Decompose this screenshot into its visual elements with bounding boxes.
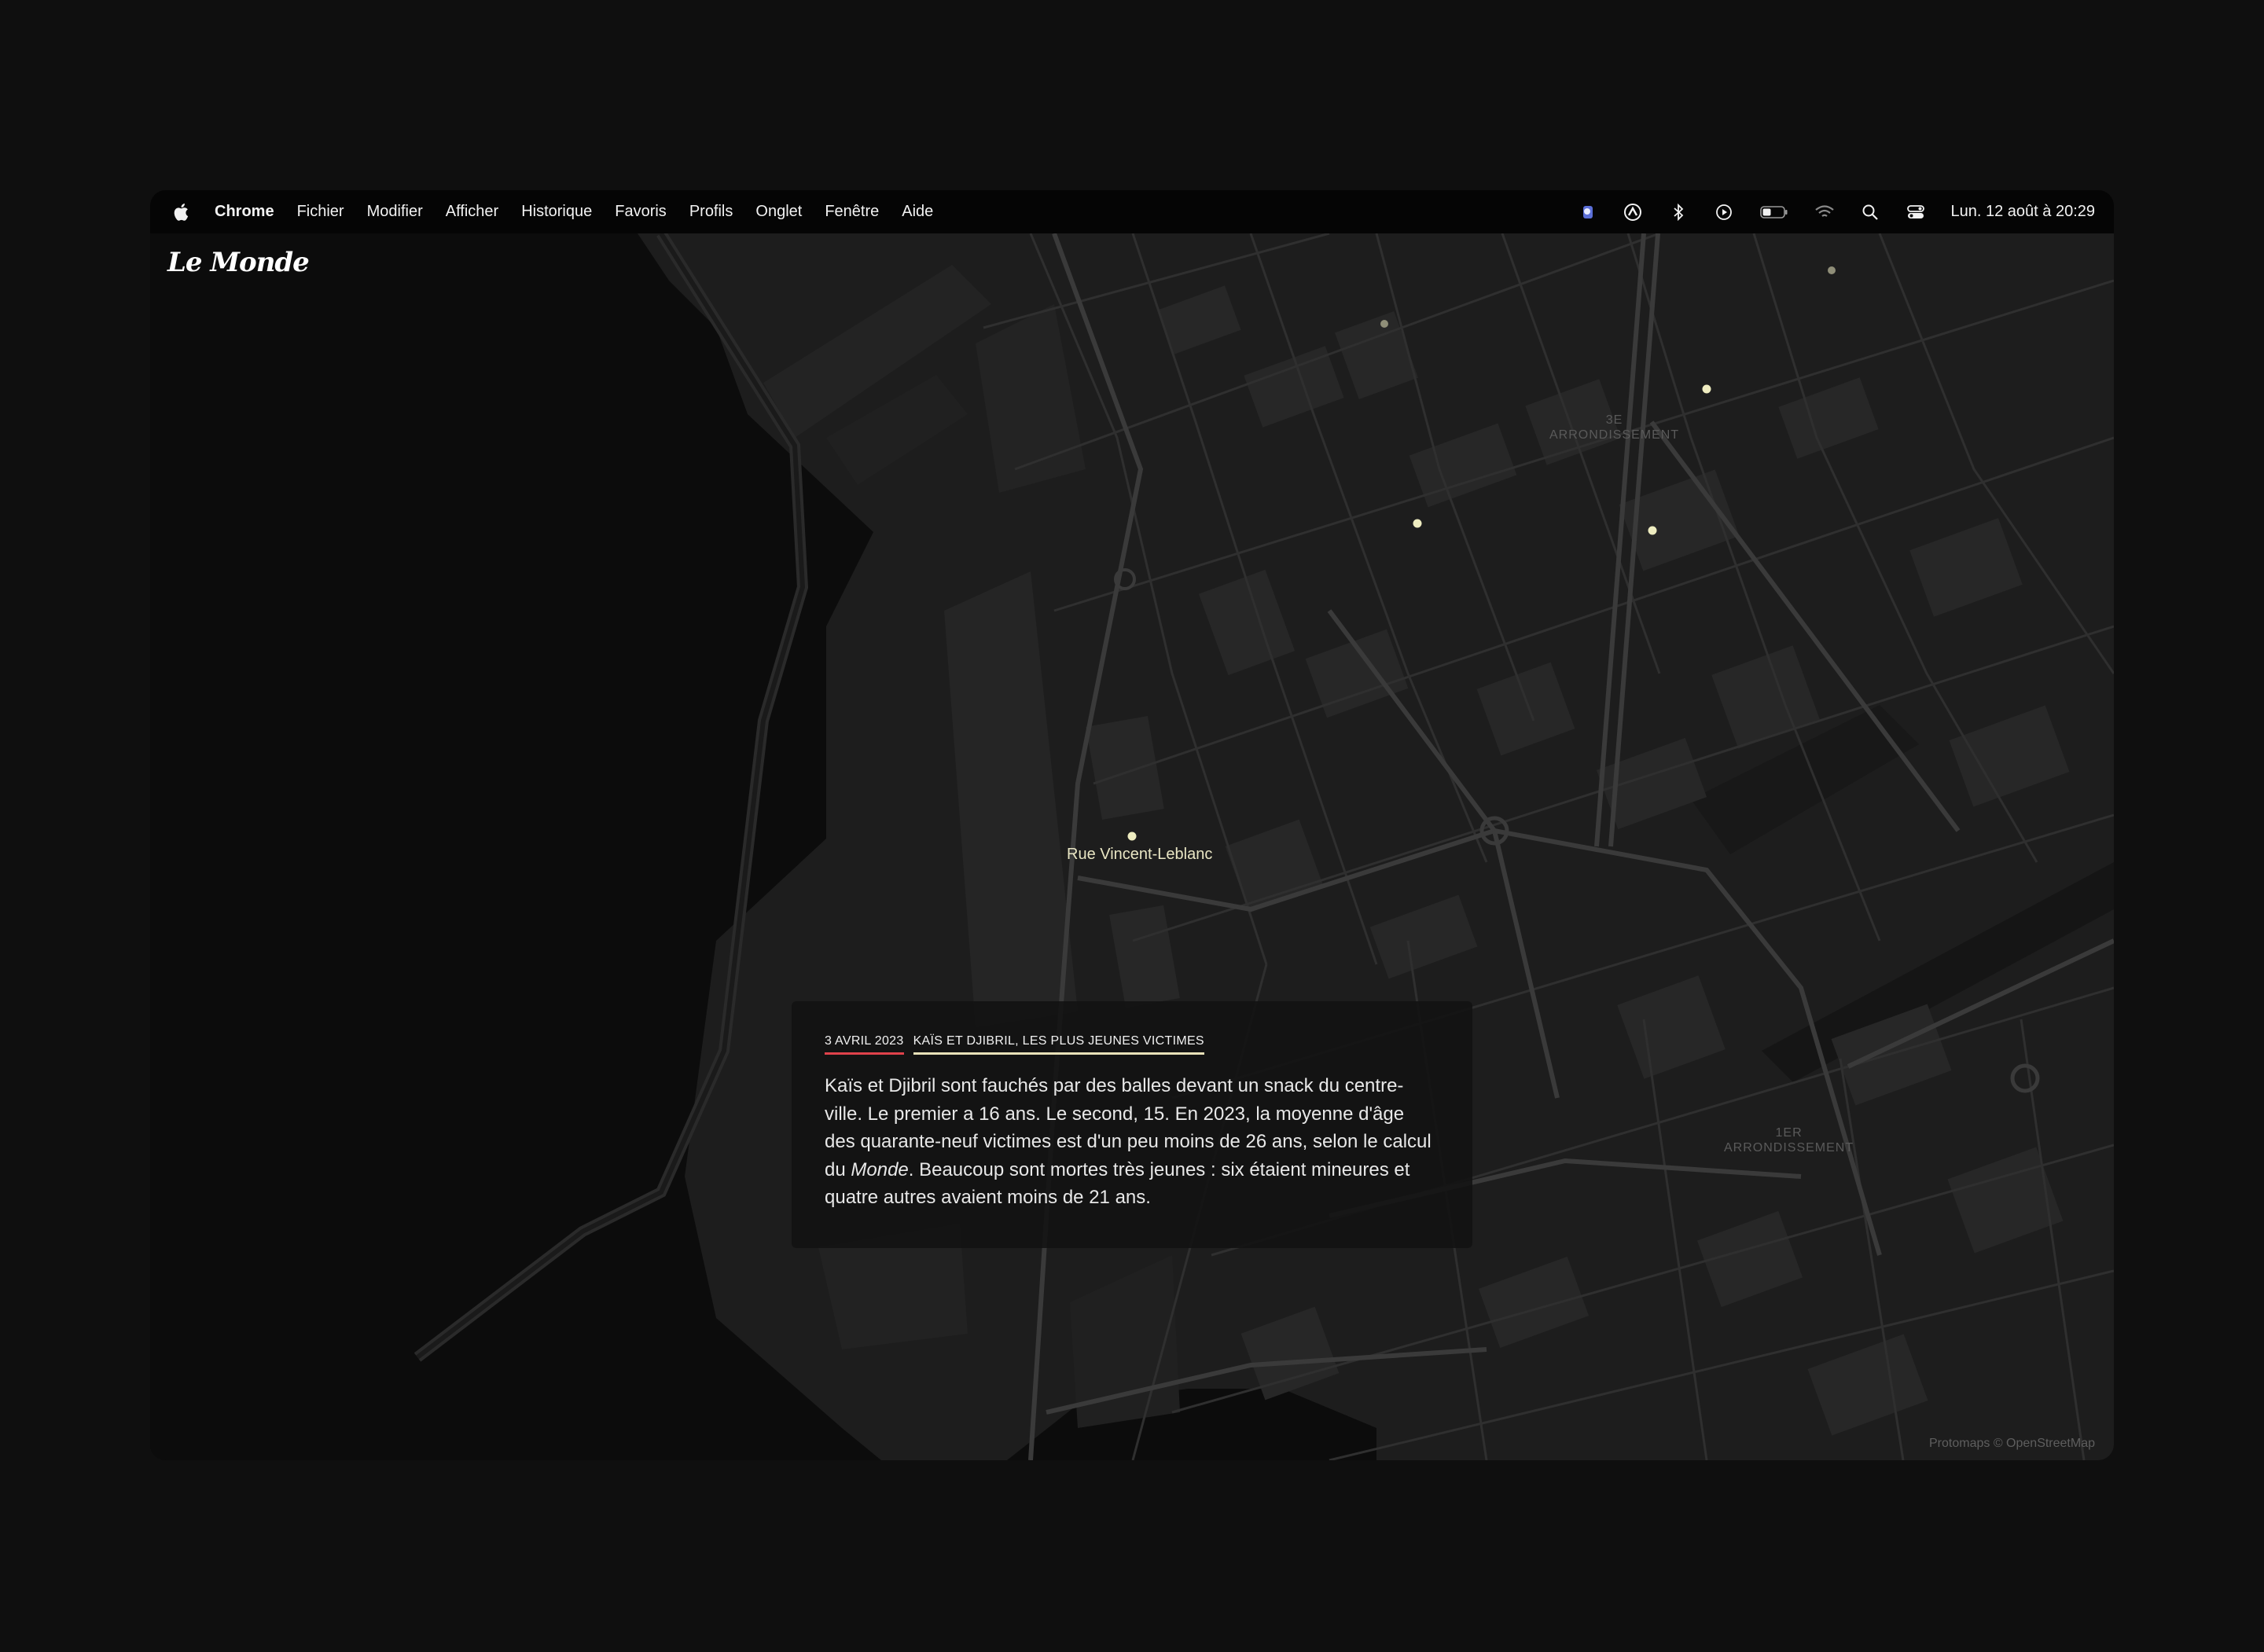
le-monde-logo[interactable]: Le Monde: [167, 247, 310, 278]
victim-marker: [1413, 519, 1422, 528]
story-text: Kaïs et Djibril sont fauchés par des bal…: [825, 1072, 1439, 1212]
victim-marker: [1828, 266, 1836, 274]
victim-marker-active: [1127, 832, 1137, 841]
menu-afficher[interactable]: Afficher: [446, 203, 498, 221]
district-number: 1ER: [1775, 1126, 1803, 1140]
story-date: 3 AVRIL 2023: [825, 1034, 904, 1055]
menu-fichier[interactable]: Fichier: [297, 203, 344, 221]
profile-icon[interactable]: [1577, 202, 1597, 222]
district-word: ARRONDISSEMENT: [1549, 428, 1680, 442]
browser-window: Chrome Fichier Modifier Afficher Histori…: [150, 190, 2114, 1460]
victim-marker: [1380, 320, 1388, 328]
bluetooth-icon[interactable]: [1668, 202, 1689, 222]
menu-fenetre[interactable]: Fenêtre: [825, 203, 879, 221]
story-topic: KAÏS ET DJIBRIL, LES PLUS JEUNES VICTIME…: [913, 1034, 1204, 1055]
story-card: 3 AVRIL 2023 KAÏS ET DJIBRIL, LES PLUS J…: [792, 1001, 1472, 1248]
district-word: ARRONDISSEMENT: [1724, 1141, 1854, 1155]
control-center-icon[interactable]: [1906, 202, 1926, 222]
menu-favoris[interactable]: Favoris: [615, 203, 667, 221]
card-tags: 3 AVRIL 2023 KAÏS ET DJIBRIL, LES PLUS J…: [825, 1034, 1439, 1055]
menu-onglet[interactable]: Onglet: [755, 203, 802, 221]
map-attribution[interactable]: Protomaps © OpenStreetMap: [1929, 1437, 2095, 1451]
menu-profils[interactable]: Profils: [689, 203, 733, 221]
menu-aide[interactable]: Aide: [902, 203, 933, 221]
wifi-icon[interactable]: [1814, 202, 1835, 222]
menu-historique[interactable]: Historique: [521, 203, 592, 221]
menu-app-name[interactable]: Chrome: [215, 203, 274, 221]
district-label-1er: 1ER ARRONDISSEMENT: [1724, 1125, 1854, 1155]
victim-marker: [1702, 384, 1711, 394]
menu-modifier[interactable]: Modifier: [367, 203, 423, 221]
city-map[interactable]: 3E ARRONDISSEMENT 1ER ARRONDISSEMENT Rue…: [150, 233, 2114, 1460]
story-text-part2: . Beaucoup sont mortes très jeunes : six…: [825, 1158, 1410, 1209]
battery-icon[interactable]: [1759, 202, 1789, 222]
story-text-emphasis: Monde: [851, 1158, 909, 1180]
macos-menubar: Chrome Fichier Modifier Afficher Histori…: [150, 190, 2114, 233]
search-icon[interactable]: [1860, 202, 1880, 222]
menubar-clock[interactable]: Lun. 12 août à 20:29: [1951, 203, 2096, 221]
district-number: 3E: [1605, 413, 1623, 427]
district-label-3e: 3E ARRONDISSEMENT: [1549, 413, 1679, 442]
apple-logo-icon[interactable]: [172, 203, 189, 222]
street-label: Rue Vincent-Leblanc: [1067, 846, 1213, 863]
status-area: Lun. 12 août à 20:29: [1577, 190, 2096, 233]
victim-marker: [1648, 526, 1657, 535]
vpn-icon[interactable]: [1623, 202, 1643, 222]
play-icon[interactable]: [1714, 202, 1734, 222]
